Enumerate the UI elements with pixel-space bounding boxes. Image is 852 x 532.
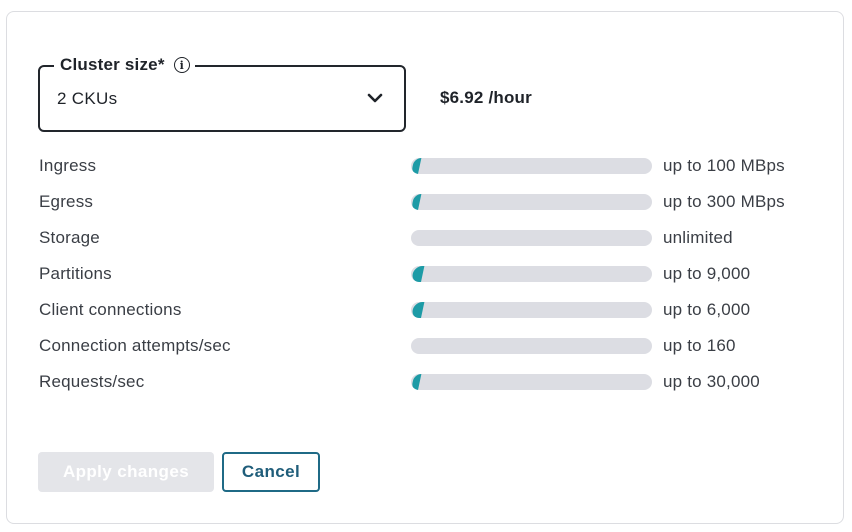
limit-value: up to 100 MBps bbox=[663, 156, 785, 175]
usage-bar bbox=[411, 338, 652, 354]
cluster-size-value: 2 CKUs bbox=[57, 89, 118, 108]
price-per-hour: $6.92 /hour bbox=[440, 88, 532, 107]
cancel-button[interactable]: Cancel bbox=[222, 452, 320, 492]
chevron-down-icon[interactable] bbox=[367, 92, 383, 104]
limit-label: Requests/sec bbox=[39, 372, 145, 391]
limit-row: Storage unlimited bbox=[0, 220, 852, 256]
limit-row: Partitions up to 9,000 bbox=[0, 256, 852, 292]
limit-value: up to 9,000 bbox=[663, 264, 751, 283]
limit-value: up to 160 bbox=[663, 336, 736, 355]
limit-value: up to 30,000 bbox=[663, 372, 760, 391]
usage-bar bbox=[411, 374, 652, 390]
usage-bar bbox=[411, 194, 652, 210]
limit-value: up to 6,000 bbox=[663, 300, 751, 319]
limit-label: Storage bbox=[39, 228, 100, 247]
limit-row: Ingress up to 100 MBps bbox=[0, 148, 852, 184]
usage-bar bbox=[411, 230, 652, 246]
cluster-size-legend: Cluster size* i bbox=[54, 52, 195, 78]
usage-bar bbox=[411, 266, 652, 282]
cluster-size-select[interactable]: Cluster size* i 2 CKUs bbox=[38, 52, 406, 132]
limit-value: unlimited bbox=[663, 228, 733, 247]
limit-label: Ingress bbox=[39, 156, 97, 175]
usage-bar-fill bbox=[411, 194, 422, 210]
usage-bar bbox=[411, 158, 652, 174]
limit-label: Partitions bbox=[39, 264, 112, 283]
limit-label: Client connections bbox=[39, 300, 182, 319]
limit-row: Requests/sec up to 30,000 bbox=[0, 364, 852, 400]
limit-label: Egress bbox=[39, 192, 94, 211]
limit-row: Client connections up to 6,000 bbox=[0, 292, 852, 328]
usage-bar-fill bbox=[411, 374, 422, 390]
usage-bar bbox=[411, 302, 652, 318]
usage-bar-fill bbox=[411, 302, 425, 318]
info-circle-icon[interactable]: i bbox=[173, 57, 190, 73]
limit-value: up to 300 MBps bbox=[663, 192, 785, 211]
limit-row: Egress up to 300 MBps bbox=[0, 184, 852, 220]
usage-bar-fill bbox=[411, 266, 425, 282]
cluster-size-label: Cluster size* bbox=[60, 55, 165, 74]
usage-bar-fill bbox=[411, 158, 422, 174]
apply-changes-button[interactable]: Apply changes bbox=[38, 452, 214, 492]
limit-label: Connection attempts/sec bbox=[39, 336, 231, 355]
limit-row: Connection attempts/sec up to 160 bbox=[0, 328, 852, 364]
